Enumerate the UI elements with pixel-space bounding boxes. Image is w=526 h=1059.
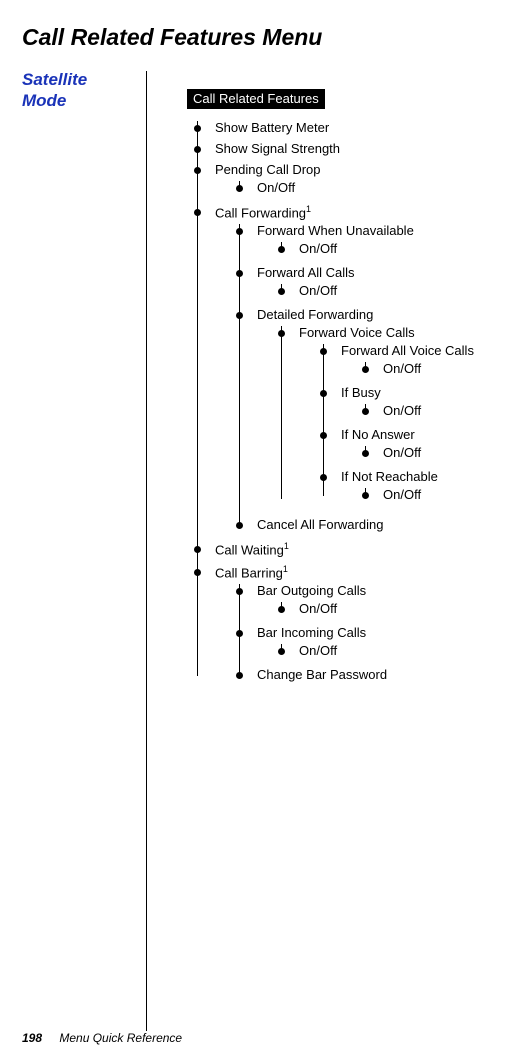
label-fw-voice: Forward Voice Calls xyxy=(299,325,415,340)
label-call-forwarding: Call Forwarding xyxy=(215,205,306,220)
item-cancel-all-fw: Cancel All Forwarding xyxy=(229,514,474,535)
label-fw-all-voice: Forward All Voice Calls xyxy=(341,343,474,358)
footnote-1b: 1 xyxy=(284,541,289,551)
label-fw-unavail-onoff: On/Off xyxy=(299,241,337,256)
item-call-waiting: Call Waiting1 xyxy=(187,538,474,560)
item-if-no-answer: If No Answer On/Off xyxy=(313,424,474,466)
label-fw-unavailable: Forward When Unavailable xyxy=(257,223,414,238)
body-row: Satellite Mode Call Related Features Sho… xyxy=(22,69,504,1031)
page-title: Call Related Features Menu xyxy=(22,24,504,51)
item-if-busy-onoff: On/Off xyxy=(355,400,474,421)
label-fw-all-onoff: On/Off xyxy=(299,283,337,298)
item-fw-all-voice: Forward All Voice Calls On/Off xyxy=(313,340,474,382)
label-if-not-reachable-onoff: On/Off xyxy=(383,487,421,502)
mode-label: Satellite Mode xyxy=(22,69,146,112)
item-if-busy: If Busy On/Off xyxy=(313,382,474,424)
item-if-not-reachable-onoff: On/Off xyxy=(355,484,474,505)
label-if-busy-onoff: On/Off xyxy=(383,403,421,418)
item-show-battery: Show Battery Meter xyxy=(187,117,474,138)
label-bar-out-onoff: On/Off xyxy=(299,601,337,616)
footnote-1c: 1 xyxy=(283,564,288,574)
menu-tree: Call Related Features Show Battery Meter… xyxy=(147,69,474,688)
item-change-bar-pw: Change Bar Password xyxy=(229,664,474,685)
item-bar-out: Bar Outgoing Calls On/Off xyxy=(229,580,474,622)
label-call-barring: Call Barring xyxy=(215,565,283,580)
label-call-waiting: Call Waiting xyxy=(215,543,284,558)
item-fw-unavail-onoff: On/Off xyxy=(271,238,474,259)
label-cancel-all-fw: Cancel All Forwarding xyxy=(257,517,383,532)
label-show-signal: Show Signal Strength xyxy=(215,141,340,156)
label-change-bar-pw: Change Bar Password xyxy=(257,667,387,682)
page: Call Related Features Menu Satellite Mod… xyxy=(0,0,526,1059)
item-call-barring: Call Barring1 Bar Outgoing Calls On/Off … xyxy=(187,561,474,688)
label-if-busy: If Busy xyxy=(341,385,381,400)
item-bar-in-onoff: On/Off xyxy=(271,640,474,661)
item-if-not-reachable: If Not Reachable On/Off xyxy=(313,466,474,508)
item-detailed-fw: Detailed Forwarding Forward Voice Calls … xyxy=(229,304,474,514)
footnote-1a: 1 xyxy=(306,204,311,214)
label-fw-all-voice-onoff: On/Off xyxy=(383,361,421,376)
item-bar-in: Bar Incoming Calls On/Off xyxy=(229,622,474,664)
label-pending-call-drop: Pending Call Drop xyxy=(215,162,321,177)
label-if-no-answer: If No Answer xyxy=(341,427,415,442)
item-call-forwarding: Call Forwarding1 Forward When Unavailabl… xyxy=(187,201,474,538)
label-fw-all: Forward All Calls xyxy=(257,265,355,280)
item-fw-all: Forward All Calls On/Off xyxy=(229,262,474,304)
item-fw-voice: Forward Voice Calls Forward All Voice Ca… xyxy=(271,322,474,511)
mode-label-line2: Mode xyxy=(22,91,66,110)
menu-root: Show Battery Meter Show Signal Strength … xyxy=(187,117,474,688)
label-bar-in: Bar Incoming Calls xyxy=(257,625,366,640)
footer: 198 Menu Quick Reference xyxy=(22,1031,182,1045)
mode-label-line1: Satellite xyxy=(22,70,87,89)
item-fw-unavailable: Forward When Unavailable On/Off xyxy=(229,220,474,262)
chapter-name: Menu Quick Reference xyxy=(59,1031,182,1045)
page-number: 198 xyxy=(22,1031,42,1045)
item-bar-out-onoff: On/Off xyxy=(271,598,474,619)
label-bar-out: Bar Outgoing Calls xyxy=(257,583,366,598)
label-bar-in-onoff: On/Off xyxy=(299,643,337,658)
item-show-signal: Show Signal Strength xyxy=(187,138,474,159)
item-if-no-answer-onoff: On/Off xyxy=(355,442,474,463)
menu-header-badge: Call Related Features xyxy=(187,89,325,109)
item-pending-onoff: On/Off xyxy=(229,177,474,198)
label-if-no-answer-onoff: On/Off xyxy=(383,445,421,460)
label-pending-onoff: On/Off xyxy=(257,180,295,195)
item-fw-all-onoff: On/Off xyxy=(271,280,474,301)
item-fw-all-voice-onoff: On/Off xyxy=(355,358,474,379)
label-show-battery: Show Battery Meter xyxy=(215,120,329,135)
label-detailed-fw: Detailed Forwarding xyxy=(257,307,373,322)
label-if-not-reachable: If Not Reachable xyxy=(341,469,438,484)
item-pending-call-drop: Pending Call Drop On/Off xyxy=(187,159,474,201)
